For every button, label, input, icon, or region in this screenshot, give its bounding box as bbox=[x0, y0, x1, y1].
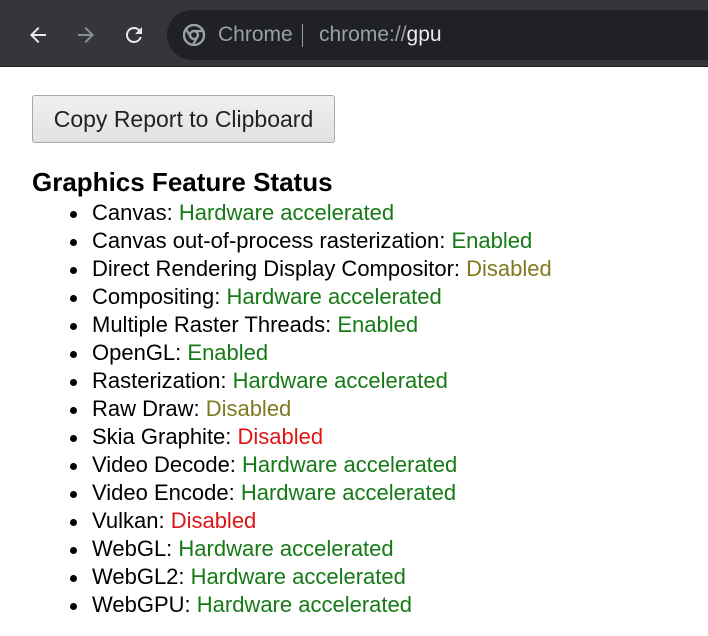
feature-status: Hardware accelerated bbox=[226, 284, 442, 309]
feature-item: Video Decode: Hardware accelerated bbox=[32, 451, 552, 479]
feature-item: Video Encode: Hardware accelerated bbox=[32, 479, 552, 507]
feature-item: Skia Graphite: Disabled bbox=[32, 423, 552, 451]
feature-item: Compositing: Hardware accelerated bbox=[32, 283, 552, 311]
feature-status: Enabled bbox=[337, 312, 419, 337]
feature-status: Hardware accelerated bbox=[242, 452, 458, 477]
feature-name: Compositing: bbox=[92, 284, 227, 309]
feature-status: Enabled bbox=[451, 228, 533, 253]
feature-name: Vulkan: bbox=[92, 508, 171, 533]
reload-icon bbox=[126, 27, 142, 43]
feature-name: Raw Draw: bbox=[92, 396, 206, 421]
feature-status: Disabled bbox=[466, 256, 552, 281]
url-text[interactable]: chrome://gpu bbox=[319, 23, 442, 47]
feature-name: OpenGL: bbox=[92, 340, 188, 365]
address-bar[interactable]: Chrome chrome://gpu bbox=[167, 10, 708, 60]
page-content: Copy Report to Clipboard Graphics Featur… bbox=[0, 67, 708, 636]
feature-item: Canvas out-of-process rasterization: Ena… bbox=[32, 227, 552, 255]
feature-status: Hardware accelerated bbox=[240, 480, 457, 505]
url-prefix: chrome:// bbox=[319, 23, 407, 46]
feature-name: WebGPU: bbox=[92, 592, 197, 617]
browser-toolbar: Chrome chrome://gpu bbox=[0, 0, 708, 67]
arrow-left-icon bbox=[30, 27, 46, 43]
back-button[interactable] bbox=[22, 19, 54, 51]
chrome-logo-icon bbox=[183, 24, 205, 46]
feature-item: Rasterization: Hardware accelerated bbox=[32, 367, 552, 395]
feature-status: Hardware accelerated bbox=[232, 368, 448, 393]
arrow-right-icon bbox=[78, 27, 94, 43]
feature-item: Raw Draw: Disabled bbox=[32, 395, 552, 423]
feature-status: Disabled bbox=[205, 396, 292, 421]
feature-status: Disabled bbox=[170, 508, 257, 533]
feature-item: Direct Rendering Display Compositor: Dis… bbox=[32, 255, 552, 283]
feature-item: Canvas: Hardware accelerated bbox=[32, 199, 552, 227]
feature-name: WebGL: bbox=[92, 536, 179, 561]
url-host: gpu bbox=[406, 23, 442, 46]
feature-name: Video Encode: bbox=[92, 480, 241, 505]
feature-name: Direct Rendering Display Compositor: bbox=[92, 256, 467, 281]
feature-name: Canvas: bbox=[92, 200, 179, 225]
feature-status: Enabled bbox=[187, 340, 269, 365]
feature-item: WebGL: Hardware accelerated bbox=[32, 535, 552, 563]
feature-status-list: Canvas: Hardware accelerated Canvas out-o… bbox=[32, 199, 552, 619]
feature-item: Multiple Raster Threads: Enabled bbox=[32, 311, 552, 339]
feature-item: OpenGL: Enabled bbox=[32, 339, 552, 367]
omnibox-divider bbox=[302, 24, 303, 47]
site-chip-label: Chrome bbox=[218, 23, 293, 46]
reload-button[interactable] bbox=[118, 19, 150, 51]
feature-status: Disabled bbox=[237, 424, 324, 449]
feature-status: Hardware accelerated bbox=[190, 564, 406, 589]
section-title: Graphics Feature Status bbox=[32, 167, 333, 197]
feature-name: Skia Graphite: bbox=[92, 424, 238, 449]
feature-status: Hardware accelerated bbox=[196, 592, 412, 617]
copy-report-button[interactable]: Copy Report to Clipboard bbox=[32, 95, 335, 143]
feature-item: WebGL2: Hardware accelerated bbox=[32, 563, 552, 591]
feature-item: Vulkan: Disabled bbox=[32, 507, 552, 535]
feature-name: Video Decode: bbox=[92, 452, 243, 477]
feature-name: WebGL2: bbox=[92, 564, 191, 589]
feature-status: Hardware accelerated bbox=[178, 536, 394, 561]
feature-name: Canvas out-of-process rasterization: bbox=[92, 228, 452, 253]
feature-status: Hardware accelerated bbox=[178, 200, 395, 225]
forward-button[interactable] bbox=[70, 19, 102, 51]
feature-name: Multiple Raster Threads: bbox=[92, 312, 338, 337]
feature-name: Rasterization: bbox=[92, 368, 233, 393]
feature-item: WebGPU: Hardware accelerated bbox=[32, 591, 552, 619]
